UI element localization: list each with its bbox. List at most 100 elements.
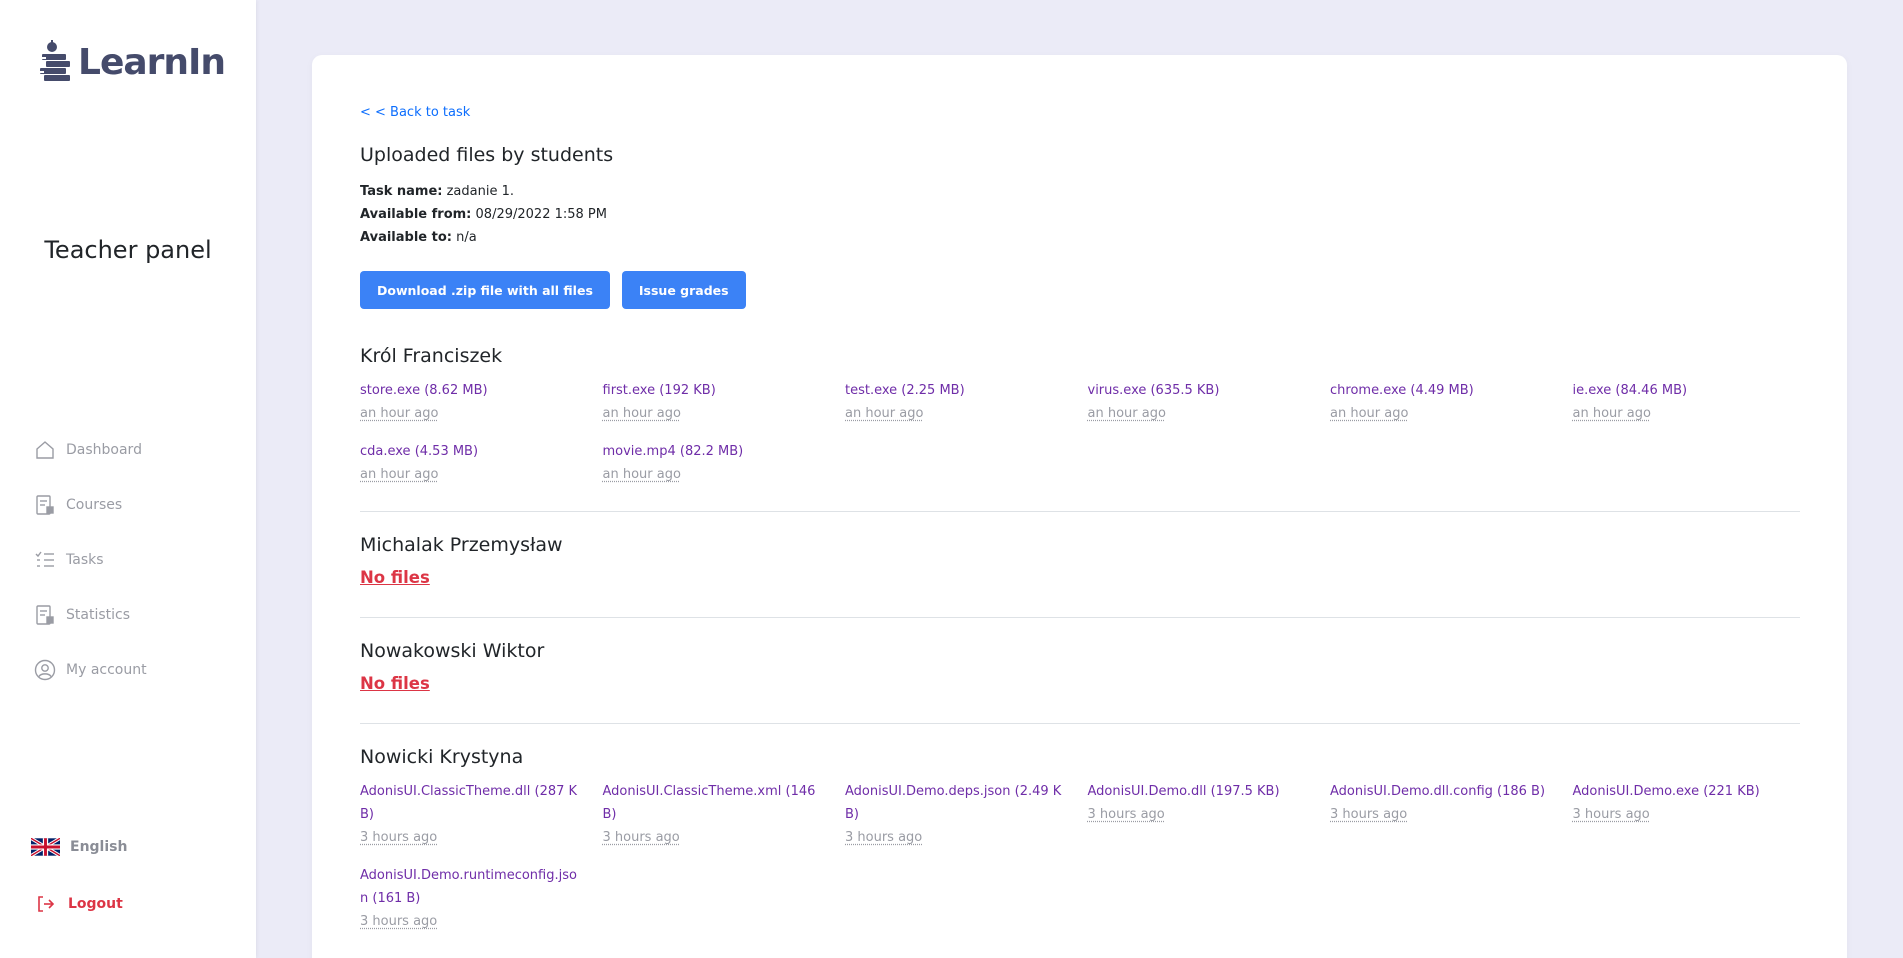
student-section: Król Franciszek store.exe (8.62 MB) an hou… bbox=[360, 345, 1800, 512]
file-link[interactable]: ie.exe (84.46 MB) bbox=[1573, 379, 1798, 402]
file-link[interactable]: first.exe (192 KB) bbox=[603, 379, 828, 402]
sidebar-item-label: My account bbox=[66, 661, 147, 678]
issue-grades-button[interactable]: Issue grades bbox=[621, 271, 746, 309]
sidebar-item-label: Dashboard bbox=[66, 441, 142, 458]
logout-icon bbox=[38, 896, 55, 912]
available-to-value: n/a bbox=[456, 230, 477, 245]
task-name-value: zadanie 1. bbox=[446, 184, 515, 199]
available-from-label: Available from: bbox=[360, 207, 472, 222]
file-item: first.exe (192 KB) an hour ago bbox=[603, 379, 846, 425]
sidebar-item-dashboard[interactable]: Dashboard bbox=[34, 422, 147, 477]
student-name: Nowakowski Wiktor bbox=[360, 640, 545, 662]
statistics-icon bbox=[34, 604, 56, 626]
file-link[interactable]: movie.mp4 (82.2 MB) bbox=[603, 440, 828, 463]
home-icon bbox=[34, 439, 56, 461]
task-name-label: Task name: bbox=[360, 184, 443, 199]
file-link[interactable]: store.exe (8.62 MB) bbox=[360, 379, 585, 402]
file-item: ie.exe (84.46 MB) an hour ago bbox=[1573, 379, 1816, 425]
file-item: AdonisUI.Demo.dll.config (186 B) 3 hours … bbox=[1330, 780, 1573, 849]
file-upload-time: an hour ago bbox=[1572, 406, 1651, 421]
file-upload-time: an hour ago bbox=[1087, 406, 1166, 421]
file-item: test.exe (2.25 MB) an hour ago bbox=[845, 379, 1088, 425]
file-upload-time: an hour ago bbox=[845, 406, 924, 421]
file-link[interactable]: AdonisUI.Demo.dll (197.5 KB) bbox=[1088, 780, 1313, 803]
file-link[interactable]: AdonisUI.Demo.exe (221 KB) bbox=[1573, 780, 1798, 803]
task-name-row: Task name: zadanie 1. bbox=[360, 180, 607, 203]
file-grid: AdonisUI.ClassicTheme.dll (287 KB) 3 hour… bbox=[360, 780, 1800, 948]
student-list: Król Franciszek store.exe (8.62 MB) an hou… bbox=[360, 345, 1800, 958]
file-item: movie.mp4 (82.2 MB) an hour ago bbox=[603, 440, 846, 486]
courses-icon bbox=[34, 494, 56, 516]
student-section: Nowakowski Wiktor No files bbox=[360, 640, 1800, 724]
available-to-label: Available to: bbox=[360, 230, 452, 245]
file-link[interactable]: AdonisUI.Demo.runtimeconfig.json (161 B) bbox=[360, 864, 585, 910]
file-link[interactable]: AdonisUI.ClassicTheme.xml (146 B) bbox=[603, 780, 828, 826]
sidebar-item-courses[interactable]: Courses bbox=[34, 477, 147, 532]
uk-flag-icon bbox=[31, 838, 60, 856]
action-buttons: Download .zip file with all files Issue … bbox=[360, 271, 758, 309]
file-upload-time: 3 hours ago bbox=[1087, 807, 1165, 822]
logout-label: Logout bbox=[68, 896, 123, 912]
file-upload-time: 3 hours ago bbox=[360, 830, 438, 845]
download-zip-button[interactable]: Download .zip file with all files bbox=[360, 271, 610, 309]
available-from-value: 08/29/2022 1:58 PM bbox=[475, 207, 607, 222]
student-section: Nowicki Krystyna AdonisUI.ClassicTheme.dl… bbox=[360, 746, 1800, 958]
student-name: Nowicki Krystyna bbox=[360, 746, 524, 768]
sidebar: LearnIn Teacher panel Dashboard Courses … bbox=[0, 0, 256, 958]
logo[interactable]: LearnIn bbox=[36, 38, 226, 86]
tasks-icon bbox=[34, 549, 56, 571]
no-files-label[interactable]: No files bbox=[360, 568, 430, 587]
file-link[interactable]: cda.exe (4.53 MB) bbox=[360, 440, 585, 463]
student-section: Michalak Przemysław No files bbox=[360, 534, 1800, 618]
file-item: store.exe (8.62 MB) an hour ago bbox=[360, 379, 603, 425]
file-link[interactable]: AdonisUI.ClassicTheme.dll (287 KB) bbox=[360, 780, 585, 826]
main-card: < < Back to task Uploaded files by stude… bbox=[312, 55, 1847, 958]
file-upload-time: 3 hours ago bbox=[360, 914, 438, 929]
student-name: Król Franciszek bbox=[360, 345, 503, 367]
task-meta: Task name: zadanie 1. Available from: 08… bbox=[360, 180, 607, 249]
back-to-task-link[interactable]: < < Back to task bbox=[360, 105, 470, 120]
file-upload-time: an hour ago bbox=[1330, 406, 1409, 421]
file-item: AdonisUI.Demo.runtimeconfig.json (161 B)… bbox=[360, 864, 603, 933]
available-to-row: Available to: n/a bbox=[360, 226, 607, 249]
file-item: AdonisUI.Demo.dll (197.5 KB) 3 hours ago bbox=[1088, 780, 1331, 849]
available-from-row: Available from: 08/29/2022 1:58 PM bbox=[360, 203, 607, 226]
page-title: Uploaded files by students bbox=[360, 144, 614, 166]
file-upload-time: an hour ago bbox=[602, 406, 681, 421]
file-upload-time: an hour ago bbox=[360, 406, 439, 421]
file-item: AdonisUI.Demo.deps.json (2.49 KB) 3 hours… bbox=[845, 780, 1088, 849]
file-upload-time: 3 hours ago bbox=[602, 830, 680, 845]
file-link[interactable]: AdonisUI.Demo.deps.json (2.49 KB) bbox=[845, 780, 1070, 826]
file-link[interactable]: chrome.exe (4.49 MB) bbox=[1330, 379, 1555, 402]
language-selector[interactable]: English bbox=[31, 838, 127, 856]
file-link[interactable]: test.exe (2.25 MB) bbox=[845, 379, 1070, 402]
sidebar-item-label: Tasks bbox=[66, 551, 104, 568]
file-upload-time: 3 hours ago bbox=[1572, 807, 1650, 822]
panel-title: Teacher panel bbox=[44, 236, 212, 264]
file-link[interactable]: virus.exe (635.5 KB) bbox=[1088, 379, 1313, 402]
logout-button[interactable]: Logout bbox=[35, 894, 123, 914]
sidebar-item-label: Statistics bbox=[66, 606, 130, 623]
file-item: virus.exe (635.5 KB) an hour ago bbox=[1088, 379, 1331, 425]
file-item: AdonisUI.ClassicTheme.dll (287 KB) 3 hour… bbox=[360, 780, 603, 849]
file-grid: store.exe (8.62 MB) an hour ago first.exe … bbox=[360, 379, 1800, 501]
file-upload-time: 3 hours ago bbox=[845, 830, 923, 845]
logo-text: LearnIn bbox=[78, 41, 226, 83]
sidebar-item-my-account[interactable]: My account bbox=[34, 642, 147, 697]
sidebar-item-label: Courses bbox=[66, 496, 123, 513]
file-item: AdonisUI.ClassicTheme.xml (146 B) 3 hours… bbox=[603, 780, 846, 849]
no-files-label[interactable]: No files bbox=[360, 674, 430, 693]
language-label: English bbox=[70, 839, 128, 855]
file-link[interactable]: AdonisUI.Demo.dll.config (186 B) bbox=[1330, 780, 1555, 803]
file-upload-time: an hour ago bbox=[602, 467, 681, 482]
books-logo-icon bbox=[36, 40, 70, 81]
file-upload-time: an hour ago bbox=[360, 467, 439, 482]
file-item: chrome.exe (4.49 MB) an hour ago bbox=[1330, 379, 1573, 425]
sidebar-item-tasks[interactable]: Tasks bbox=[34, 532, 147, 587]
sidebar-nav: Dashboard Courses Tasks Statistics My ac… bbox=[34, 422, 147, 697]
file-upload-time: 3 hours ago bbox=[1330, 807, 1408, 822]
user-icon bbox=[34, 659, 56, 681]
sidebar-item-statistics[interactable]: Statistics bbox=[34, 587, 147, 642]
file-item: cda.exe (4.53 MB) an hour ago bbox=[360, 440, 603, 486]
file-item: AdonisUI.Demo.exe (221 KB) 3 hours ago bbox=[1573, 780, 1816, 849]
